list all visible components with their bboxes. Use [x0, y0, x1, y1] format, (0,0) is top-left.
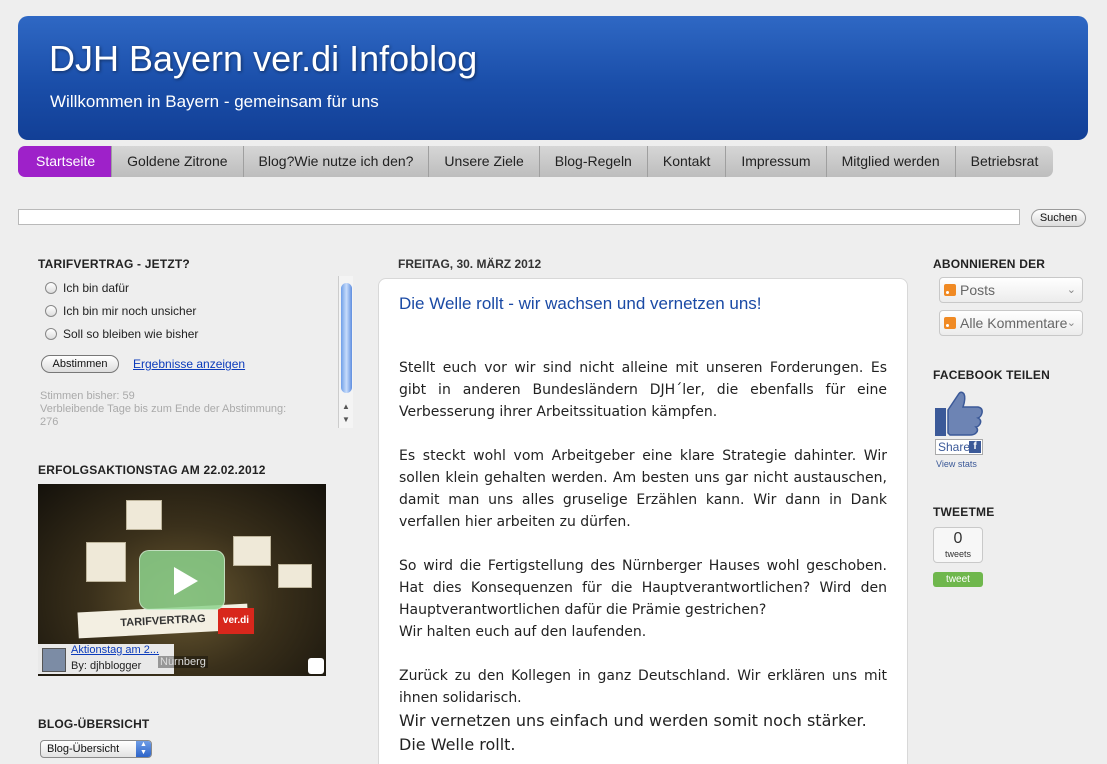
picasa-icon[interactable]	[308, 658, 324, 674]
rss-icon	[944, 284, 956, 296]
protest-sign	[233, 536, 271, 566]
tab-unsere-ziele[interactable]: Unsere Ziele	[429, 146, 540, 177]
scroll-down-icon[interactable]: ▼	[339, 413, 353, 427]
poll-scrollbar[interactable]: ▲ ▼	[338, 276, 353, 428]
feed-comments-dropdown[interactable]: Alle Kommentare ⌄	[939, 310, 1083, 336]
facebook-title: FACEBOOK TEILEN	[933, 368, 1051, 382]
page-tabs: Startseite Goldene Zitrone Blog?Wie nutz…	[18, 146, 1054, 177]
scroll-up-icon[interactable]: ▲	[339, 400, 353, 414]
chevron-down-icon: ⌄	[1066, 317, 1076, 329]
poll-votes: Stimmen bisher: 59	[40, 390, 135, 402]
post-paragraph: Stellt euch vor wir sind nicht alleine m…	[399, 360, 887, 420]
chevron-down-icon: ⌄	[1066, 284, 1076, 296]
view-stats-link[interactable]: View stats	[936, 459, 977, 469]
search-input[interactable]	[18, 209, 1020, 225]
feed-comments-label: Alle Kommentare	[960, 315, 1068, 331]
thumbs-up-icon[interactable]	[934, 389, 984, 437]
poll-widget: Ich bin dafür Ich bin mir noch unsicher …	[38, 278, 353, 430]
poll-option[interactable]: Ich bin mir noch unsicher	[45, 304, 196, 318]
post-paragraph: Wir halten euch auf den laufenden.	[399, 624, 647, 640]
tab-goldene-zitrone[interactable]: Goldene Zitrone	[112, 146, 244, 177]
post-paragraph: Die Welle rollt.	[399, 735, 516, 754]
rss-icon	[944, 317, 956, 329]
archive-select-value: Blog-Übersicht	[47, 743, 120, 755]
video-player[interactable]: TARIFVERTRAG ver.di Aktionstag am 2... B…	[38, 484, 326, 676]
protest-sign	[278, 564, 312, 588]
tweet-counter: 0 tweets	[933, 527, 983, 563]
vote-button[interactable]: Abstimmen	[41, 355, 119, 373]
scrollbar-thumb[interactable]	[341, 283, 352, 393]
tab-mitglied-werden[interactable]: Mitglied werden	[826, 146, 956, 177]
protest-sign	[86, 542, 126, 582]
post-paragraph: Wir vernetzen uns einfach und werden som…	[399, 711, 867, 730]
video-title-link[interactable]: Aktionstag am 2...	[71, 644, 159, 656]
avatar	[42, 648, 66, 672]
poll-option[interactable]: Soll so bleiben wie bisher	[45, 327, 198, 341]
subscribe-title: ABONNIEREN DER	[933, 257, 1046, 271]
show-results-link[interactable]: Ergebnisse anzeigen	[133, 357, 245, 371]
search-button[interactable]: Suchen	[1031, 209, 1086, 227]
archive-title: BLOG-ÜBERSICHT	[38, 717, 150, 731]
archive-select[interactable]: Blog-Übersicht ▲ ▼	[40, 740, 152, 758]
blog-title[interactable]: DJH Bayern ver.di Infoblog	[49, 38, 477, 80]
play-icon[interactable]	[139, 550, 225, 610]
facebook-share-button[interactable]: Share f	[935, 439, 983, 455]
poll-days-value: 276	[40, 416, 59, 428]
radio-button[interactable]	[45, 282, 57, 294]
tweet-button[interactable]: tweet	[933, 572, 983, 587]
poll-option-label: Ich bin mir noch unsicher	[63, 304, 197, 318]
tab-betriebsrat[interactable]: Betriebsrat	[955, 146, 1054, 177]
feed-posts-dropdown[interactable]: Posts ⌄	[939, 277, 1083, 303]
poll-title: TARIFVERTRAG - JETZT?	[38, 257, 190, 271]
video-author: By: djhblogger	[71, 660, 142, 672]
tweet-count: 0	[953, 530, 963, 547]
protest-sign	[126, 500, 162, 530]
post-title[interactable]: Die Welle rollt - wir wachsen und vernet…	[399, 294, 762, 314]
post-paragraph: So wird die Fertigstellung des Nürnberge…	[399, 558, 887, 618]
post-body: Stellt euch vor wir sind nicht alleine m…	[399, 357, 887, 757]
feed-posts-label: Posts	[960, 282, 996, 298]
tab-blog-nutzung[interactable]: Blog?Wie nutze ich den?	[243, 146, 430, 177]
tweetme-title: TWEETME	[933, 505, 995, 519]
poll-option-label: Ich bin dafür	[63, 281, 130, 295]
poll-option[interactable]: Ich bin dafür	[45, 281, 129, 295]
poll-option-label: Soll so bleiben wie bisher	[63, 327, 199, 341]
post-paragraph: Zurück zu den Kollegen in ganz Deutschla…	[399, 668, 887, 706]
select-arrows-icon[interactable]: ▲ ▼	[136, 741, 151, 757]
poll-days-remaining: Verbleibende Tage bis zum Ende der Absti…	[40, 403, 287, 415]
verdi-logo: ver.di	[218, 608, 254, 634]
blog-post: Die Welle rollt - wir wachsen und vernet…	[378, 278, 908, 764]
tab-impressum[interactable]: Impressum	[726, 146, 827, 177]
post-date: FREITAG, 30. MÄRZ 2012	[398, 257, 542, 271]
blog-subtitle: Willkommen in Bayern - gemeinsam für uns	[50, 92, 379, 111]
tab-blog-regeln[interactable]: Blog-Regeln	[539, 146, 648, 177]
post-paragraph: Es steckt wohl vom Arbeitgeber eine klar…	[399, 448, 887, 530]
radio-button[interactable]	[45, 305, 57, 317]
share-label: Share	[938, 440, 971, 454]
video-location: Nürnberg	[158, 656, 208, 668]
facebook-icon: f	[969, 441, 981, 453]
radio-button[interactable]	[45, 328, 57, 340]
blog-header: DJH Bayern ver.di Infoblog Willkommen in…	[18, 16, 1088, 140]
tweets-label: tweets	[944, 549, 971, 559]
tab-kontakt[interactable]: Kontakt	[647, 146, 727, 177]
video-section-title: ERFOLGSAKTIONSTAG AM 22.02.2012	[38, 463, 266, 477]
tab-startseite[interactable]: Startseite	[18, 146, 113, 177]
